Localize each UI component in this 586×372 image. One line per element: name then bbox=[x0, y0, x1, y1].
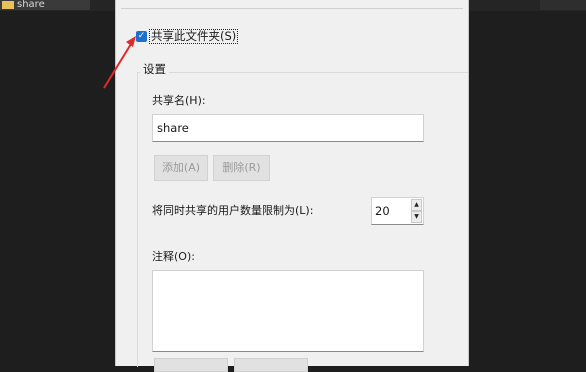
user-limit-value: 20 bbox=[375, 204, 390, 218]
share-name-input[interactable]: share bbox=[152, 114, 424, 142]
share-folder-checkbox-row[interactable]: ✓ 共享此文件夹(S) bbox=[136, 28, 239, 44]
spinner-up-icon[interactable]: ▲ bbox=[411, 199, 422, 211]
dialog-top-edge bbox=[121, 0, 463, 9]
background-tab[interactable]: share bbox=[0, 0, 90, 10]
user-limit-label: 将同时共享的用户数量限制为(L): bbox=[152, 204, 314, 217]
spinner-down-icon[interactable]: ▼ bbox=[411, 211, 422, 223]
check-icon: ✓ bbox=[137, 30, 146, 41]
comments-textarea[interactable] bbox=[152, 270, 424, 352]
share-folder-checkbox[interactable]: ✓ bbox=[136, 30, 147, 42]
comments-label: 注释(O): bbox=[152, 250, 195, 263]
background-toolbar-strip bbox=[540, 0, 586, 10]
share-name-value: share bbox=[157, 121, 189, 135]
background-tab-title: share bbox=[17, 0, 45, 10]
user-limit-spinner[interactable]: 20 ▲ ▼ bbox=[371, 197, 424, 225]
folder-icon bbox=[2, 1, 14, 9]
share-folder-label[interactable]: 共享此文件夹(S) bbox=[149, 28, 239, 44]
remove-button[interactable]: 删除(R) bbox=[213, 155, 270, 181]
share-name-label: 共享名(H): bbox=[152, 94, 206, 107]
settings-group-title: 设置 bbox=[140, 61, 169, 77]
add-button[interactable]: 添加(A) bbox=[154, 155, 208, 181]
permissions-button[interactable] bbox=[154, 358, 228, 372]
advanced-sharing-dialog: ✓ 共享此文件夹(S) 设置 共享名(H): share 添加(A) 删除(R)… bbox=[115, 0, 469, 372]
caching-button[interactable] bbox=[234, 358, 308, 372]
